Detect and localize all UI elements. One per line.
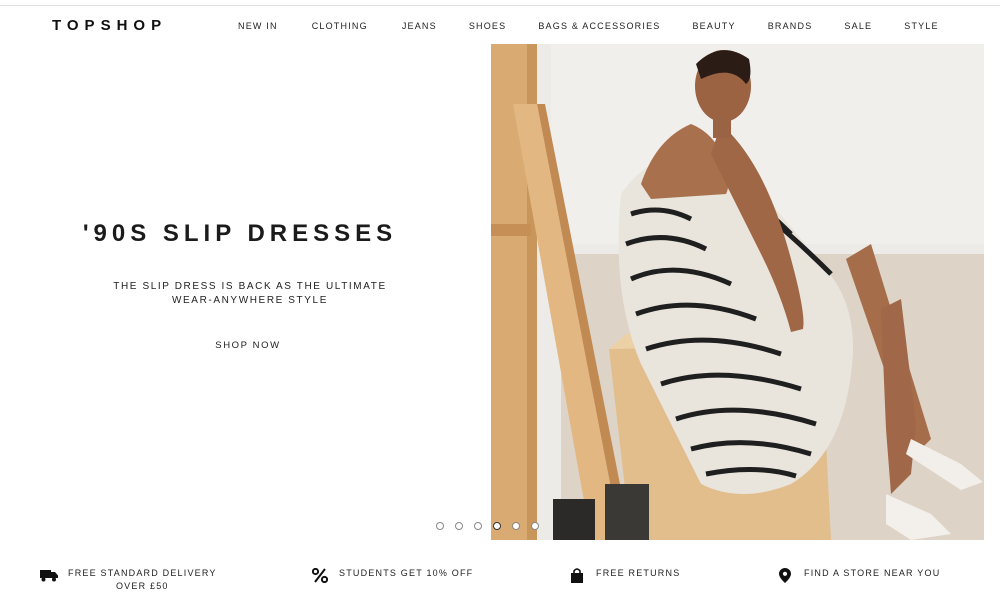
nav-item-bags-accessories[interactable]: BAGS & ACCESSORIES bbox=[538, 21, 660, 31]
nav-item-jeans[interactable]: JEANS bbox=[402, 21, 437, 31]
carousel-dot-3[interactable] bbox=[474, 522, 482, 530]
carousel-pagination bbox=[436, 522, 550, 530]
carousel-dot-2[interactable] bbox=[455, 522, 463, 530]
feature-label: FIND A STORE NEAR YOU bbox=[804, 568, 941, 578]
shopping-bag-icon bbox=[566, 567, 588, 583]
nav-item-sale[interactable]: SALE bbox=[844, 21, 872, 31]
nav-item-brands[interactable]: BRANDS bbox=[768, 21, 813, 31]
feature-label: FREE RETURNS bbox=[596, 568, 681, 578]
shop-now-link[interactable]: SHOP NOW bbox=[0, 340, 496, 351]
nav-item-clothing[interactable]: CLOTHING bbox=[312, 21, 368, 31]
nav-item-beauty[interactable]: BEAUTY bbox=[692, 21, 735, 31]
feature-find-store[interactable]: FIND A STORE NEAR YOU bbox=[774, 567, 940, 583]
feature-label: FREE STANDARD DELIVERY OVER £50 bbox=[68, 567, 217, 593]
nav-item-style[interactable]: STYLE bbox=[904, 21, 939, 31]
feature-label: STUDENTS GET 10% OFF bbox=[339, 568, 474, 578]
hero-image[interactable] bbox=[491, 44, 984, 540]
percent-icon bbox=[309, 567, 331, 583]
model-photo-illustration bbox=[491, 44, 984, 540]
hero-title: '90S SLIP DRESSES bbox=[82, 220, 398, 247]
hero-subtitle: THE SLIP DRESS IS BACK AS THE ULTIMATE W… bbox=[60, 280, 440, 308]
feature-free-returns[interactable]: FREE RETURNS bbox=[566, 567, 680, 583]
benefits-bar: FREE STANDARD DELIVERY OVER £50 STUDENTS… bbox=[0, 540, 1000, 616]
carousel-dot-6[interactable] bbox=[531, 522, 539, 530]
nav-item-shoes[interactable]: SHOES bbox=[469, 21, 507, 31]
location-pin-icon bbox=[774, 567, 796, 583]
feature-line1: FREE STANDARD DELIVERY bbox=[68, 568, 217, 578]
delivery-truck-icon bbox=[38, 567, 60, 583]
feature-free-delivery[interactable]: FREE STANDARD DELIVERY OVER £50 bbox=[38, 567, 217, 593]
topshop-logo[interactable]: TOPSHOP bbox=[52, 17, 167, 34]
site-header: TOPSHOP NEW IN CLOTHING JEANS SHOES BAGS… bbox=[0, 6, 1000, 44]
carousel-dot-4[interactable] bbox=[493, 522, 501, 530]
feature-line2: OVER £50 bbox=[115, 581, 169, 591]
feature-student-discount[interactable]: STUDENTS GET 10% OFF bbox=[309, 567, 473, 583]
nav-item-new-in[interactable]: NEW IN bbox=[238, 21, 278, 31]
carousel-dot-5[interactable] bbox=[512, 522, 520, 530]
carousel-dot-1[interactable] bbox=[436, 522, 444, 530]
main-nav: NEW IN CLOTHING JEANS SHOES BAGS & ACCES… bbox=[224, 21, 939, 31]
hero-subtitle-line1: THE SLIP DRESS IS BACK AS THE ULTIMATE bbox=[113, 281, 387, 292]
hero-text-panel: '90S SLIP DRESSES THE SLIP DRESS IS BACK… bbox=[0, 44, 491, 540]
hero-subtitle-line2: WEAR-ANYWHERE STYLE bbox=[172, 295, 328, 306]
